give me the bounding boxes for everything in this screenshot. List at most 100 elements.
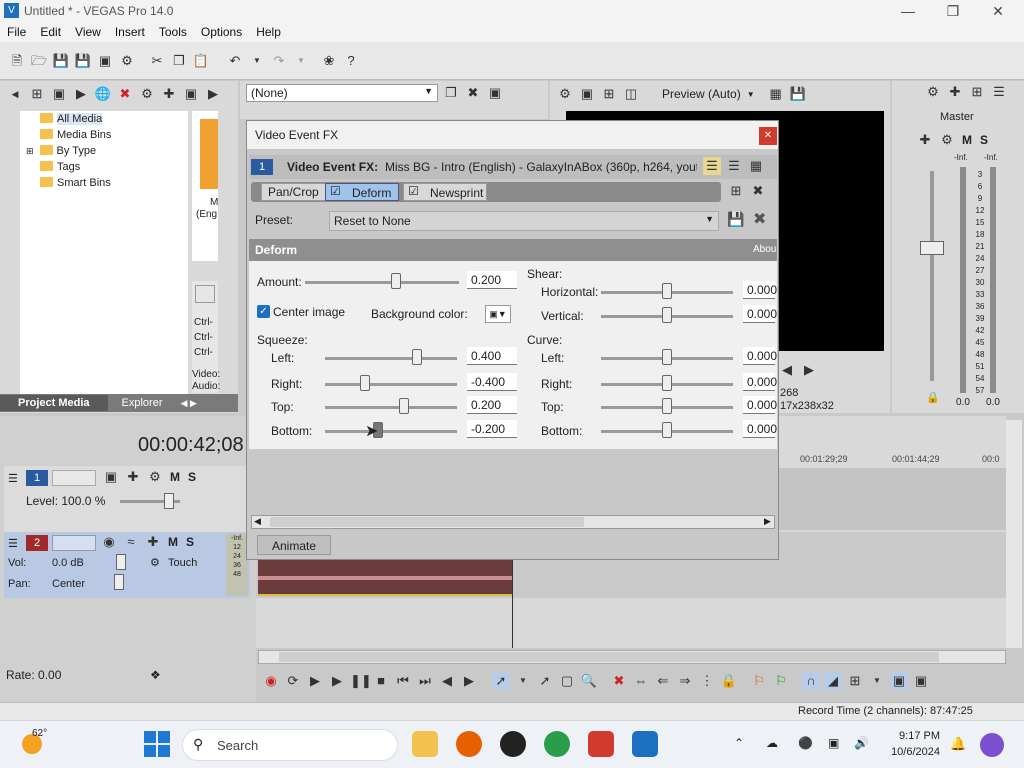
- ignore-grouping-icon[interactable]: ▣: [912, 672, 930, 690]
- import-media-icon[interactable]: ⊞: [28, 85, 46, 103]
- menu-tools[interactable]: Tools: [152, 22, 194, 39]
- tree-item-by-type[interactable]: ⊞ By Type: [20, 143, 188, 159]
- tabs-scroll-icon[interactable]: ◀ ▶: [181, 398, 197, 409]
- copilot-icon[interactable]: [980, 733, 1004, 757]
- copy-icon[interactable]: ❐: [170, 52, 188, 70]
- background-color-picker[interactable]: ▣▼: [485, 305, 511, 323]
- fx-enabled-check-icon[interactable]: ☑: [330, 184, 341, 198]
- menu-insert[interactable]: Insert: [108, 22, 152, 39]
- fx-plug-icon[interactable]: ❐: [442, 84, 460, 102]
- squeeze-slider[interactable]: [325, 430, 457, 433]
- next-frame-icon[interactable]: ▶: [800, 361, 818, 379]
- media-thumbnail[interactable]: [200, 119, 218, 189]
- squeeze-left-value[interactable]: 0.400: [467, 347, 517, 365]
- shear-horizontal-value[interactable]: 0.000: [743, 281, 777, 299]
- audio-mute-button[interactable]: M: [168, 535, 178, 549]
- shear-slider-thumb[interactable]: [662, 283, 672, 299]
- play-from-start-icon[interactable]: ▶: [306, 672, 324, 690]
- master-fx-icon[interactable]: ✚: [916, 131, 934, 149]
- whats-this-icon[interactable]: ?: [342, 52, 360, 70]
- ripple-icon[interactable]: ⊞: [846, 672, 864, 690]
- selection-tool-icon[interactable]: ▢: [558, 672, 576, 690]
- menu-view[interactable]: View: [68, 22, 108, 39]
- squeeze-slider[interactable]: [325, 406, 457, 409]
- network-icon[interactable]: ☁: [766, 736, 778, 750]
- dialog-hscroll[interactable]: ◀ ▶: [251, 515, 775, 529]
- lock-event-icon[interactable]: 🔒: [720, 672, 738, 690]
- master-fader[interactable]: [920, 241, 944, 255]
- next-frame-icon[interactable]: ▶: [460, 672, 478, 690]
- cut-icon[interactable]: ✂: [148, 52, 166, 70]
- fx-chain-newsprint[interactable]: ☑ Newsprint: [403, 183, 487, 201]
- fx-chain-pan-crop[interactable]: Pan/Crop: [261, 183, 326, 201]
- tray-chevron-icon[interactable]: ⌃: [734, 736, 744, 750]
- squeeze-slider-thumb[interactable]: [359, 375, 370, 391]
- menu-file[interactable]: File: [0, 22, 33, 39]
- tab-project-media[interactable]: Project Media: [0, 395, 108, 411]
- auto-crossfade-icon[interactable]: ◢: [824, 672, 842, 690]
- clock-date[interactable]: 10/6/2024: [884, 746, 940, 758]
- scroll-left-icon[interactable]: ◀: [254, 516, 261, 527]
- save-icon[interactable]: 💾: [52, 52, 70, 70]
- level-slider-thumb[interactable]: [164, 493, 174, 509]
- mic-icon[interactable]: ⚫: [798, 736, 813, 750]
- audio-track-name-field[interactable]: [52, 535, 96, 551]
- pan-slider-thumb[interactable]: [114, 574, 124, 590]
- delete-icon[interactable]: ✖: [610, 672, 628, 690]
- fx-chain-deform[interactable]: ☑ Deform: [325, 183, 399, 201]
- start-button[interactable]: [144, 731, 170, 757]
- redo-dropdown-icon[interactable]: ▼: [292, 52, 310, 70]
- fx-remove-plugin-icon[interactable]: ✖: [749, 182, 767, 200]
- media-play-icon[interactable]: ▶: [204, 85, 222, 103]
- prev-frame-icon[interactable]: ◀: [778, 361, 796, 379]
- tree-item-tags[interactable]: Tags: [20, 159, 188, 175]
- view-list-icon[interactable]: ☰: [703, 157, 721, 175]
- tree-item-media-bins[interactable]: Media Bins: [20, 127, 188, 143]
- menu-help[interactable]: Help: [249, 22, 288, 39]
- vegas-taskbar-icon[interactable]: [632, 731, 658, 757]
- external-monitor-icon[interactable]: ▣: [578, 85, 596, 103]
- curve-slider-thumb[interactable]: [662, 422, 672, 438]
- prev-frame-icon[interactable]: ◀: [438, 672, 456, 690]
- properties-icon[interactable]: ⚙: [118, 52, 136, 70]
- compositing-icon[interactable]: ⚙: [146, 468, 164, 486]
- edit-tool-dropdown-icon[interactable]: ▼: [514, 672, 532, 690]
- lock-envelopes-icon[interactable]: ▣: [890, 672, 908, 690]
- video-mute-button[interactable]: M: [170, 470, 180, 484]
- taskbar-search[interactable]: ⚲ Search: [182, 729, 398, 761]
- animate-button[interactable]: Animate: [257, 535, 332, 555]
- center-image-checkbox[interactable]: ✓: [257, 305, 270, 318]
- mixer-insert-icon[interactable]: ✚: [946, 83, 964, 101]
- undo-dropdown-icon[interactable]: ▼: [248, 52, 266, 70]
- track-fx-icon[interactable]: ✚: [124, 468, 142, 486]
- new-icon[interactable]: 🗎: [8, 52, 26, 70]
- view-grid-icon[interactable]: ▦: [747, 157, 765, 175]
- squeeze-slider[interactable]: [325, 357, 457, 360]
- amount-slider[interactable]: [305, 281, 459, 284]
- hscroll-thumb[interactable]: [279, 652, 939, 662]
- paste-icon[interactable]: 📋: [192, 52, 210, 70]
- dialog-hscroll-thumb[interactable]: [270, 517, 584, 527]
- remove-media-icon[interactable]: ✖: [116, 85, 134, 103]
- trim-start-icon[interactable]: ⇐: [654, 672, 672, 690]
- view-details-icon[interactable]: ☰: [725, 157, 743, 175]
- grid-icon[interactable]: ▦: [767, 85, 785, 103]
- envelope-tool-icon[interactable]: ➚: [536, 672, 554, 690]
- pause-icon[interactable]: ❚❚: [350, 672, 372, 690]
- squeeze-slider[interactable]: [325, 383, 457, 386]
- trim-icon[interactable]: ⇔: [632, 672, 650, 690]
- timeline-hscroll[interactable]: [258, 650, 1006, 664]
- about-link[interactable]: Abou: [753, 244, 776, 255]
- master-settings-icon[interactable]: ⚙: [938, 131, 956, 149]
- go-end-icon[interactable]: ⏭: [416, 672, 434, 690]
- minimize-button[interactable]: —: [898, 2, 918, 20]
- video-solo-button[interactable]: S: [188, 470, 196, 484]
- redo-icon[interactable]: ↷: [270, 52, 288, 70]
- mixer-settings-icon[interactable]: ☰: [990, 83, 1008, 101]
- zoom-tool-icon[interactable]: 🔍: [580, 672, 598, 690]
- rate-slider-icon[interactable]: ❖: [150, 668, 161, 682]
- audio-solo-button[interactable]: S: [186, 535, 194, 549]
- clock-time[interactable]: 9:17 PM: [884, 730, 940, 742]
- amount-slider-thumb[interactable]: [390, 273, 401, 289]
- curve-right-value[interactable]: 0.000: [743, 373, 777, 391]
